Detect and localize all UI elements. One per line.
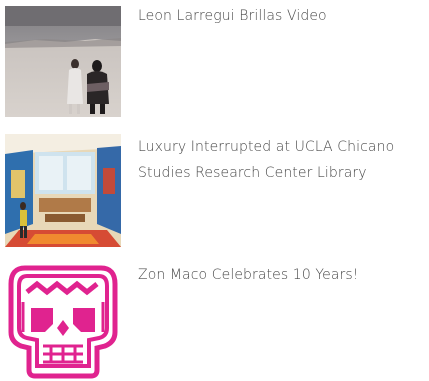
article-thumbnail-desert-couple[interactable] [5,6,121,117]
interior-room-photo [5,134,121,247]
list-item: Zon Maco Celebrates 10 Years! [0,258,429,381]
article-list: Leon Larregui Brillas Video Luxury Inter… [0,0,429,381]
article-title-link[interactable]: Zon Maco Celebrates 10 Years! [138,262,420,288]
list-item: Leon Larregui Brillas Video [0,0,429,122]
article-title-link[interactable]: Leon Larregui Brillas Video [138,3,420,29]
article-title-link[interactable]: Luxury Interrupted at UCLA Chicano Studi… [138,134,420,186]
list-item: Luxury Interrupted at UCLA Chicano Studi… [0,130,429,252]
desert-couple-photo [5,6,121,117]
pink-skull-logo [5,262,121,380]
article-thumbnail-pink-skull[interactable] [5,262,121,380]
article-thumbnail-interior-room[interactable] [5,134,121,247]
